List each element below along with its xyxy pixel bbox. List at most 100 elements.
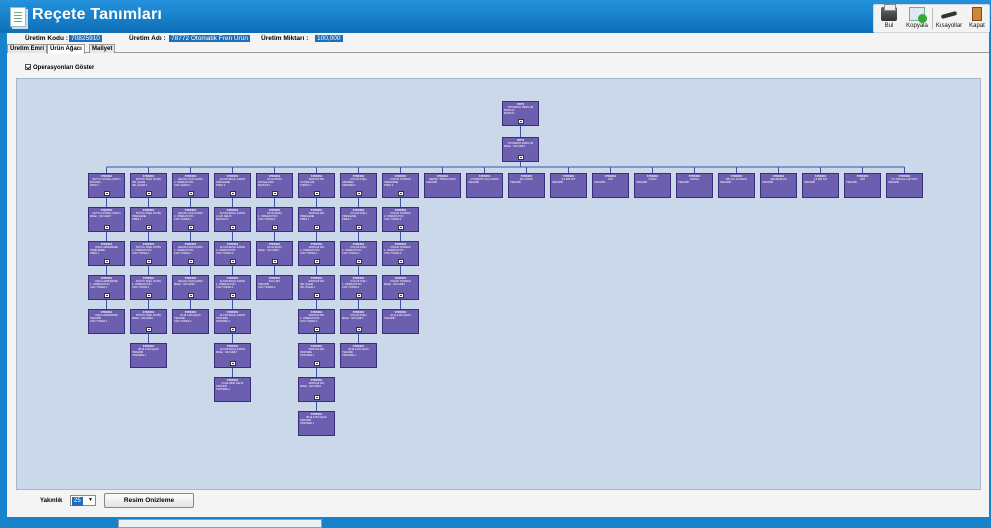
tree-node[interactable]: STDK001 DIŞLİ HAMMADDE TEMİZLEME PRES 1 bbox=[88, 241, 125, 266]
close-button[interactable]: Kapat bbox=[966, 5, 988, 32]
collapse-icon[interactable] bbox=[188, 293, 194, 298]
tree-node[interactable]: STDK001 PİM TEDARİK bbox=[592, 173, 629, 198]
collapse-icon[interactable] bbox=[398, 293, 404, 298]
tree-node[interactable]: STDK001 DELİKLİ FAN KAPAK 2. OPERASYON CNC … bbox=[172, 173, 209, 198]
tab-production-order[interactable]: Üretim Emri bbox=[7, 44, 48, 53]
tree-node[interactable]: STDK001 KÜÇÜK SONSUZ Miktar : 100 ADET bbox=[382, 275, 419, 300]
tree-node[interactable]: STDK001 SEGMANLAR TEDARİK bbox=[760, 173, 797, 198]
collapse-icon[interactable] bbox=[146, 191, 152, 196]
tree-node[interactable]: STDK001 32 lik 4140 ÇELİK TEDARİK bbox=[382, 309, 419, 334]
tree-node[interactable]: STDK001 BÜYÜK DİŞLİ 18 DİŞ 1. OPERASYON CNC… bbox=[130, 275, 167, 300]
tree-node[interactable]: STDK001 BÜYÜK DİŞLİ 18 DİŞ 2. OPERASYON CNC… bbox=[130, 241, 167, 266]
zoom-select[interactable]: 25 ▼ bbox=[70, 495, 96, 506]
tree-node[interactable]: STDK001 32 lik 4140 ÇELİK TEDARİK CNC TORNA… bbox=[172, 309, 209, 334]
tree-node[interactable]: STDK001 ALYAN BAŞLI KAPAK 4 LÜK DELİK MATKA… bbox=[214, 207, 251, 232]
tree-node[interactable]: STDK001 SONSUZ MİL Miktar : 100 ADET bbox=[298, 377, 335, 402]
collapse-icon[interactable] bbox=[272, 191, 278, 196]
tree-node[interactable]: STDK001 KÜÇÜK DİŞLİ 2. OPERASYON CNC TORNA … bbox=[340, 241, 377, 266]
tree-node[interactable]: STDK001 OTOMATİK VAÇ KAPAK TEDARİK bbox=[466, 173, 503, 198]
collapse-icon[interactable] bbox=[146, 327, 152, 332]
collapse-icon[interactable] bbox=[314, 395, 320, 400]
tree-node[interactable]: STDK001 M4 CİVATA TEDARİK bbox=[508, 173, 545, 198]
tree-node[interactable]: STDK001 0,5 CIRCLE CAPTION TEDARİK bbox=[886, 173, 923, 198]
collapse-icon[interactable] bbox=[230, 191, 236, 196]
tree-node[interactable]: STDK001 FETTU GÖVDE (16027) Miktar : 100 A… bbox=[88, 207, 125, 232]
tree-node[interactable]: STDK001 DELİKLİ FAN KAPAK Miktar : 100 ADE… bbox=[172, 275, 209, 300]
collapse-icon[interactable] bbox=[104, 225, 110, 230]
collapse-icon[interactable] bbox=[188, 191, 194, 196]
tree-node[interactable]: STDK001 KÜÇÜK SONSUZ 1. OPERASYON CNC TORNA… bbox=[382, 241, 419, 266]
collapse-icon[interactable] bbox=[356, 259, 362, 264]
collapse-icon[interactable] bbox=[230, 361, 236, 366]
collapse-icon[interactable] bbox=[356, 327, 362, 332]
shortcuts-button[interactable]: Kısayollar bbox=[934, 5, 964, 32]
collapse-icon[interactable] bbox=[314, 361, 320, 366]
tree-node[interactable]: STDK001 SONSUZ MİL PRESLEME PRES 1 bbox=[298, 207, 335, 232]
tree-node[interactable]: STDK001 KÜÇÜK SONSUZ PRESLEME PRES 2 bbox=[382, 173, 419, 198]
tree-node[interactable]: STDK001 ALYAN BAŞLI KAPAK TESTERE TESTERE 1 bbox=[214, 309, 251, 334]
tree-node[interactable]: STDK001 38 lik 4140 ÇELİK TEDARİK TESTERE 1 bbox=[340, 343, 377, 368]
chevron-down-icon[interactable]: ▼ bbox=[87, 497, 94, 504]
tree-node[interactable]: STDK001 SONSUZ MİL 1. OPERASYON CNC TORNA 3 bbox=[298, 309, 335, 334]
collapse-icon[interactable] bbox=[518, 119, 524, 124]
tree-node[interactable]: 78772 OTOMATIK FREN ÇB Miktar : 100 ADET bbox=[502, 137, 539, 162]
tree-node[interactable]: STDK001 ALYAN BAŞLI KAPAK 2. OPERASYON CNC … bbox=[214, 241, 251, 266]
tab-cost[interactable]: Maliyet bbox=[89, 44, 116, 53]
collapse-icon[interactable] bbox=[230, 259, 236, 264]
tab-product-tree[interactable]: Ürün Ağacı bbox=[47, 44, 85, 54]
collapse-icon[interactable] bbox=[518, 155, 524, 160]
collapse-icon[interactable] bbox=[146, 225, 152, 230]
collapse-icon[interactable] bbox=[356, 191, 362, 196]
tree-node[interactable]: STDK001 SONSUZ MİL 6 KÖŞE DIŞ TORNA 1 bbox=[298, 173, 335, 198]
collapse-icon[interactable] bbox=[272, 225, 278, 230]
checkbox-check-icon[interactable] bbox=[25, 64, 31, 70]
tree-node[interactable]: STDK001 34 lük BURÇ 1. OPERASYON CNC TORNA … bbox=[256, 207, 293, 232]
collapse-icon[interactable] bbox=[314, 327, 320, 332]
collapse-icon[interactable] bbox=[398, 225, 404, 230]
collapse-icon[interactable] bbox=[188, 259, 194, 264]
collapse-icon[interactable] bbox=[356, 225, 362, 230]
product-tree-canvas[interactable]: 78772 OTOMATIK FREN ÇB MONTAJ MONTAJ 78772 OT… bbox=[16, 78, 981, 490]
tree-node[interactable]: STDK001 34'LÜ MİL TEDARİK CNC TORNA 4 bbox=[256, 275, 293, 300]
tree-node[interactable]: STDK001 38 lik 4140 ÇELİK TEDARİK TESTERE 1 bbox=[298, 411, 335, 436]
taskbar-item[interactable] bbox=[118, 519, 322, 528]
tree-node[interactable]: STDK001 KÜÇÜK DİŞLİ AZDIRMA AZDIRMA 1 bbox=[340, 173, 377, 198]
tree-node[interactable]: STDK001 0,5 MM TAT TEDARİK bbox=[550, 173, 587, 198]
tree-node[interactable]: STDK001 ALYAN BAŞLI KAPAK 1. OPERASYON CNC … bbox=[214, 275, 251, 300]
tree-node[interactable]: STDK001 SONSUZ MİL TESTERE TESTERE 1 bbox=[298, 343, 335, 368]
tree-node[interactable]: STDK001 ALYAN BAŞLI KAPAK PRESLEME PRES 2 bbox=[214, 173, 251, 198]
tree-node[interactable]: STDK001 1,5 MM TAT TEDARİK bbox=[802, 173, 839, 198]
tree-node[interactable]: STDK001 SONSUZ MİL ISIL İŞLEM ISIL İŞLEM 1 bbox=[298, 275, 335, 300]
tree-node[interactable]: 78772 OTOMATIK FREN ÇB MONTAJ MONTAJ bbox=[502, 101, 539, 126]
tree-node[interactable]: STDK001 34 lük BURÇ HAVŞALAMA MATKAP 1 bbox=[256, 173, 293, 198]
tree-node[interactable]: STDK001 KÜÇÜK DİŞLİ PRESLEME PRES 2 bbox=[340, 207, 377, 232]
tree-node[interactable]: STDK001 ALYAN BAŞLI KAPAK Miktar : 100 ADE… bbox=[214, 343, 251, 368]
collapse-icon[interactable] bbox=[398, 191, 404, 196]
collapse-icon[interactable] bbox=[146, 259, 152, 264]
tree-node[interactable]: STDK001 ORING TEDARİK bbox=[676, 173, 713, 198]
tree-node[interactable]: STDK001 KÜÇÜK SONSUZ 2. OPERASYON CNC TORNA… bbox=[382, 207, 419, 232]
tree-node[interactable]: STDK001 BÜYÜK DİŞLİ 18 DİŞ PRESLEME PRES 1 bbox=[130, 207, 167, 232]
tree-node[interactable]: STDK001 FETTU GÖVDE (16027) BOYAMA FIRIN 1 bbox=[88, 173, 125, 198]
collapse-icon[interactable] bbox=[146, 293, 152, 298]
collapse-icon[interactable] bbox=[230, 327, 236, 332]
tree-node[interactable]: STDK001 34 lük BURÇ Miktar : 100 ADET bbox=[256, 241, 293, 266]
tree-node[interactable]: STDK001 DELİKLİ FAN KAPAK 1. OPERASYON CNC … bbox=[172, 241, 209, 266]
collapse-icon[interactable] bbox=[230, 225, 236, 230]
tree-node[interactable]: STDK001 KÜÇÜK DİŞLİ 1. OPERASYON CNC TORNA … bbox=[340, 275, 377, 300]
tree-node[interactable]: STDK001 38 lik 4140 ÇELİK TEDARİK TESTERE 1 bbox=[130, 343, 167, 368]
tree-node[interactable]: STDK001 DIŞLİ HAMMADDE 1. OPERASYON CNC TOR… bbox=[88, 275, 125, 300]
collapse-icon[interactable] bbox=[314, 225, 320, 230]
tree-node[interactable]: STDK001 34 lük 8620 ÇELİK TEDARİK TESTERE 1 bbox=[214, 377, 251, 402]
show-operations-checkbox[interactable]: Operasyonları Göster bbox=[25, 64, 94, 71]
tree-node[interactable]: STDK001 DIŞLİ HAMMADDE TEDARİK CNC TORNA 1 bbox=[88, 309, 125, 334]
tree-node[interactable]: STDK001 SEKİZLİ TİPPE KAPAK TEDARİK bbox=[424, 173, 461, 198]
tree-node[interactable]: STDK001 BİLYALI RULMAN TEDARİK bbox=[718, 173, 755, 198]
image-preview-button[interactable]: Resim Onizleme bbox=[104, 493, 194, 508]
collapse-icon[interactable] bbox=[398, 259, 404, 264]
collapse-icon[interactable] bbox=[314, 259, 320, 264]
collapse-icon[interactable] bbox=[314, 191, 320, 196]
copy-button[interactable]: Kopyala bbox=[905, 5, 929, 32]
collapse-icon[interactable] bbox=[230, 293, 236, 298]
tree-node[interactable]: STDK001 YÜZÜK TEDARİK bbox=[634, 173, 671, 198]
